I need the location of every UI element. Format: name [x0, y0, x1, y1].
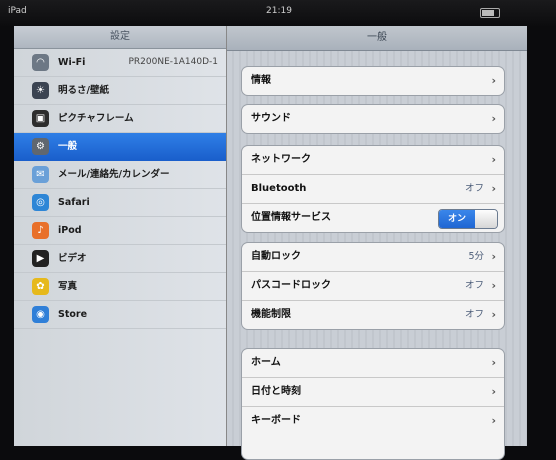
row-label: サウンド — [251, 113, 291, 124]
row-about[interactable]: 情報 › — [242, 67, 504, 95]
group-lock: 自動ロック 5分 › パスコードロック オフ › 機能制限 オフ › — [241, 242, 505, 330]
location-services-toggle[interactable]: オン — [438, 209, 498, 229]
row-label: 自動ロック — [251, 251, 301, 262]
row-passcode-lock[interactable]: パスコードロック オフ › — [242, 272, 504, 301]
row-restrictions[interactable]: 機能制限 オフ › — [242, 301, 504, 329]
row-label: 機能制限 — [251, 309, 291, 320]
sidebar-item-label: 一般 — [58, 141, 78, 152]
row-network[interactable]: ネットワーク › — [242, 146, 504, 175]
chevron-right-icon: › — [491, 74, 496, 87]
row-location-services: 位置情報サービス オン — [242, 204, 504, 232]
ipod-icon: ♪ — [32, 222, 49, 239]
row-bluetooth[interactable]: Bluetooth オフ › — [242, 175, 504, 204]
sidebar-item-label: ピクチャフレーム — [58, 113, 134, 124]
row-date-time[interactable]: 日付と時刻 › — [242, 378, 504, 407]
sidebar-item-label: Store — [58, 309, 88, 320]
wifi-network-value: PR200NE-1A140D-1 — [128, 57, 219, 67]
general-settings-pane: 一般 情報 › サウンド › ネットワーク › Bluetooth オフ › 位… — [227, 26, 527, 460]
device-bezel — [527, 26, 556, 446]
sidebar-item-picture-frame[interactable]: ▣ ピクチャフレーム — [14, 105, 226, 133]
auto-lock-value: 5分 — [468, 251, 484, 262]
row-label: 情報 — [251, 75, 271, 86]
clock: 21:19 — [266, 6, 292, 16]
device-label: iPad — [8, 6, 27, 16]
settings-sidebar: 設定 ◠ Wi-Fi PR200NE-1A140D-1 ☀ 明るさ/壁紙 ▣ ピ… — [14, 26, 227, 446]
row-label: 日付と時刻 — [251, 386, 301, 397]
row-label: キーボード — [251, 415, 301, 426]
sidebar-item-label: Safari — [58, 197, 90, 208]
wifi-icon: ◠ — [32, 54, 49, 71]
picture-frame-icon: ▣ — [32, 110, 49, 127]
row-keyboard[interactable]: キーボード › — [242, 407, 504, 435]
group-home: ホーム › 日付と時刻 › キーボード › — [241, 348, 505, 460]
sidebar-item-ipod[interactable]: ♪ iPod — [14, 217, 226, 245]
row-label: Bluetooth — [251, 183, 307, 194]
chevron-right-icon: › — [491, 308, 496, 321]
mail-icon: ✉ — [32, 166, 49, 183]
gear-icon: ⚙ — [32, 138, 49, 155]
sidebar-item-label: 写真 — [58, 281, 78, 292]
sidebar-item-mail[interactable]: ✉ メール/連絡先/カレンダー — [14, 161, 226, 189]
sidebar-item-video[interactable]: ▶ ビデオ — [14, 245, 226, 273]
row-sound[interactable]: サウンド › — [242, 105, 504, 133]
photos-icon: ✿ — [32, 278, 49, 295]
chevron-right-icon: › — [491, 356, 496, 369]
status-bar: iPad 21:19 — [0, 0, 556, 26]
sidebar-item-safari[interactable]: ◎ Safari — [14, 189, 226, 217]
passcode-lock-value: オフ — [464, 280, 484, 291]
store-icon: ◉ — [32, 306, 49, 323]
row-auto-lock[interactable]: 自動ロック 5分 › — [242, 243, 504, 272]
sidebar-item-wifi[interactable]: ◠ Wi-Fi PR200NE-1A140D-1 — [14, 49, 226, 77]
sidebar-item-general[interactable]: ⚙ 一般 — [14, 133, 226, 161]
pane-title: 一般 — [227, 26, 527, 51]
safari-icon: ◎ — [32, 194, 49, 211]
sidebar-item-label: 明るさ/壁紙 — [58, 85, 109, 96]
sidebar-item-label: iPod — [58, 225, 82, 236]
bluetooth-value: オフ — [464, 183, 484, 194]
chevron-right-icon: › — [491, 279, 496, 292]
restrictions-value: オフ — [464, 309, 484, 320]
sidebar-item-brightness[interactable]: ☀ 明るさ/壁紙 — [14, 77, 226, 105]
sidebar-item-label: メール/連絡先/カレンダー — [58, 169, 170, 180]
sidebar-item-photos[interactable]: ✿ 写真 — [14, 273, 226, 301]
brightness-icon: ☀ — [32, 82, 49, 99]
chevron-right-icon: › — [491, 414, 496, 427]
row-home[interactable]: ホーム › — [242, 349, 504, 378]
chevron-right-icon: › — [491, 250, 496, 263]
group-about: 情報 › — [241, 66, 505, 96]
chevron-right-icon: › — [491, 112, 496, 125]
row-label: 位置情報サービス — [251, 212, 331, 223]
sidebar-item-store[interactable]: ◉ Store — [14, 301, 226, 329]
battery-icon — [480, 8, 500, 18]
row-label: パスコードロック — [251, 280, 331, 291]
video-icon: ▶ — [32, 250, 49, 267]
chevron-right-icon: › — [491, 153, 496, 166]
group-sound: サウンド › — [241, 104, 505, 134]
group-network: ネットワーク › Bluetooth オフ › 位置情報サービス オン — [241, 145, 505, 233]
sidebar-title: 設定 — [14, 26, 226, 49]
toggle-on-label: オン — [439, 210, 475, 228]
row-label: ネットワーク — [251, 154, 311, 165]
toggle-knob — [475, 210, 497, 228]
chevron-right-icon: › — [491, 385, 496, 398]
row-label: ホーム — [251, 357, 281, 368]
chevron-right-icon: › — [491, 182, 496, 195]
sidebar-item-label: ビデオ — [58, 253, 87, 264]
sidebar-item-label: Wi-Fi — [58, 57, 86, 68]
